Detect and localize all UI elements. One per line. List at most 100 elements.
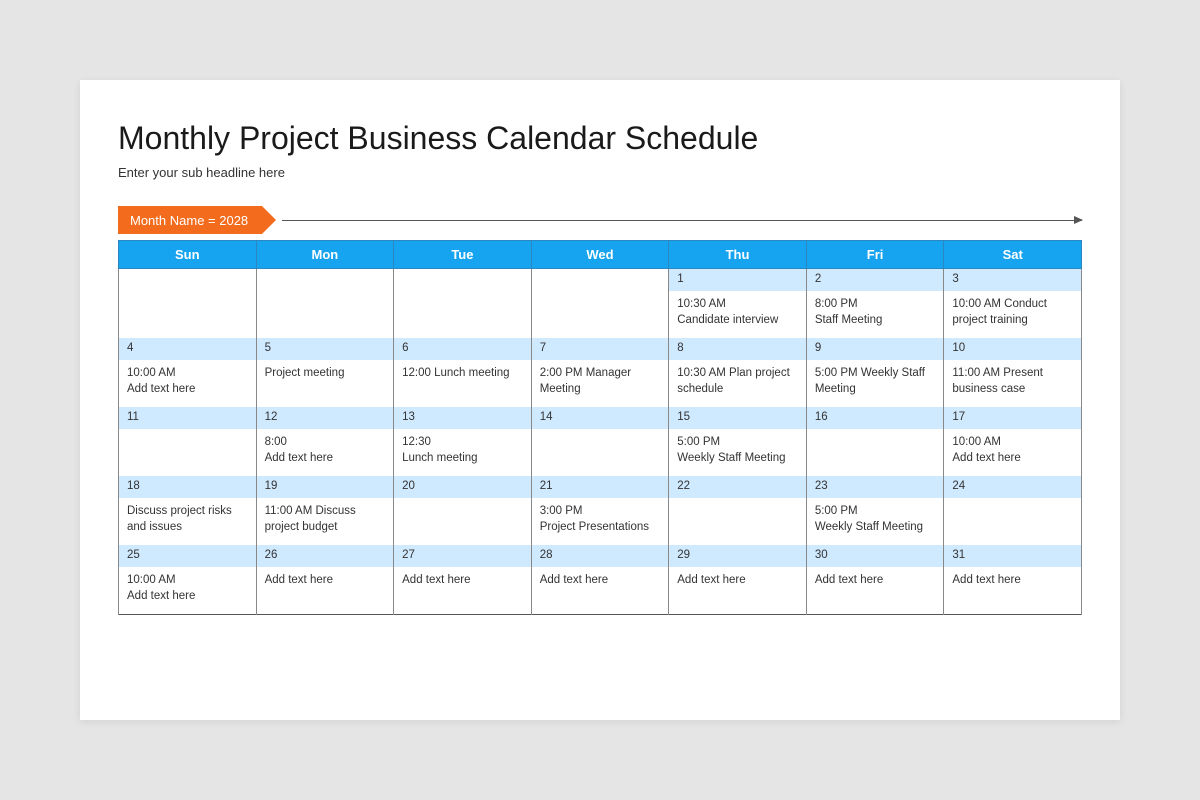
day-event[interactable]: 8:00 PM Staff Meeting [807,291,944,338]
calendar-cell[interactable]: 1312:30 Lunch meeting [394,407,532,476]
day-event[interactable]: 5:00 PM Weekly Staff Meeting [669,429,806,476]
calendar-cell[interactable]: 28Add text here [531,545,669,615]
day-event[interactable]: 10:00 AM Add text here [119,567,256,614]
day-event[interactable]: Add text here [944,567,1081,609]
calendar-cell[interactable]: 14 [531,407,669,476]
calendar-week: 18Discuss project risks and issues1911:0… [119,476,1082,545]
calendar-cell[interactable]: 72:00 PM Manager Meeting [531,338,669,407]
day-number: 17 [944,407,1081,429]
day-event[interactable]: 10:00 AM Add text here [119,360,256,407]
calendar-cell[interactable]: 31Add text here [944,545,1082,615]
calendar-cell[interactable]: 310:00 AM Conduct project training [944,269,1082,339]
calendar-cell[interactable]: 18Discuss project risks and issues [119,476,257,545]
day-event[interactable] [257,291,394,333]
calendar-cell[interactable]: 27Add text here [394,545,532,615]
day-event[interactable]: Add text here [394,567,531,609]
day-event[interactable] [944,498,1081,540]
col-sun: Sun [119,241,257,269]
calendar-cell[interactable]: 810:30 AM Plan project schedule [669,338,807,407]
day-number: 15 [669,407,806,429]
day-number: 5 [257,338,394,360]
calendar-cell[interactable]: 5Project meeting [256,338,394,407]
month-badge[interactable]: Month Name = 2028 [118,206,262,234]
calendar-cell[interactable]: 110:30 AM Candidate interview [669,269,807,339]
day-event[interactable]: Add text here [807,567,944,609]
calendar-cell[interactable]: 22 [669,476,807,545]
day-event[interactable] [807,429,944,471]
calendar-cell[interactable] [531,269,669,339]
day-number [532,269,669,291]
calendar-cell[interactable]: 1911:00 AM Discuss project budget [256,476,394,545]
calendar-cell[interactable]: 95:00 PM Weekly Staff Meeting [806,338,944,407]
day-event[interactable]: 3:00 PM Project Presentations [532,498,669,545]
day-event[interactable]: 10:00 AM Conduct project training [944,291,1081,338]
day-event[interactable]: 2:00 PM Manager Meeting [532,360,669,407]
day-event[interactable]: 11:00 AM Discuss project budget [257,498,394,545]
calendar-cell[interactable]: 29Add text here [669,545,807,615]
day-event[interactable] [119,291,256,333]
col-thu: Thu [669,241,807,269]
col-mon: Mon [256,241,394,269]
calendar-cell[interactable]: 16 [806,407,944,476]
calendar-cell[interactable] [394,269,532,339]
day-event[interactable]: 8:00 Add text here [257,429,394,476]
day-number: 11 [119,407,256,429]
slide: Monthly Project Business Calendar Schedu… [80,80,1120,720]
day-number: 12 [257,407,394,429]
day-event[interactable]: 5:00 PM Weekly Staff Meeting [807,360,944,407]
day-event[interactable] [532,291,669,333]
calendar-cell[interactable]: 20 [394,476,532,545]
day-event[interactable] [394,498,531,540]
calendar-cell[interactable]: 11 [119,407,257,476]
calendar-cell[interactable]: 235:00 PM Weekly Staff Meeting [806,476,944,545]
col-wed: Wed [531,241,669,269]
day-event[interactable]: 5:00 PM Weekly Staff Meeting [807,498,944,545]
day-number: 9 [807,338,944,360]
day-number: 30 [807,545,944,567]
day-number: 19 [257,476,394,498]
calendar-cell[interactable]: 213:00 PM Project Presentations [531,476,669,545]
day-event[interactable]: 10:00 AM Add text here [944,429,1081,476]
day-number: 16 [807,407,944,429]
day-event[interactable]: Discuss project risks and issues [119,498,256,545]
col-fri: Fri [806,241,944,269]
day-event[interactable] [119,429,256,471]
day-number: 2 [807,269,944,291]
day-event[interactable]: 12:30 Lunch meeting [394,429,531,476]
day-number [119,269,256,291]
calendar-cell[interactable]: 24 [944,476,1082,545]
day-number: 29 [669,545,806,567]
day-event[interactable] [532,429,669,471]
day-event[interactable]: Add text here [669,567,806,609]
day-event[interactable]: 10:30 AM Plan project schedule [669,360,806,407]
day-event[interactable] [669,498,806,540]
calendar-cell[interactable]: 30Add text here [806,545,944,615]
day-number: 27 [394,545,531,567]
day-number [257,269,394,291]
calendar-cell[interactable]: 410:00 AM Add text here [119,338,257,407]
day-event[interactable]: Add text here [532,567,669,609]
day-number: 25 [119,545,256,567]
day-event[interactable]: 12:00 Lunch meeting [394,360,531,402]
calendar-cell[interactable]: 612:00 Lunch meeting [394,338,532,407]
slide-title: Monthly Project Business Calendar Schedu… [118,120,1082,157]
day-number: 1 [669,269,806,291]
day-event[interactable]: Add text here [257,567,394,609]
calendar-cell[interactable]: 2510:00 AM Add text here [119,545,257,615]
calendar-cell[interactable]: 1011:00 AM Present business case [944,338,1082,407]
day-number: 7 [532,338,669,360]
calendar-cell[interactable]: 128:00 Add text here [256,407,394,476]
day-number: 4 [119,338,256,360]
calendar-cell[interactable]: 28:00 PM Staff Meeting [806,269,944,339]
calendar-cell[interactable] [119,269,257,339]
calendar-cell[interactable]: 155:00 PM Weekly Staff Meeting [669,407,807,476]
day-event[interactable] [394,291,531,333]
calendar-cell[interactable]: 1710:00 AM Add text here [944,407,1082,476]
calendar-cell[interactable] [256,269,394,339]
day-event[interactable]: 10:30 AM Candidate interview [669,291,806,338]
slide-subtitle[interactable]: Enter your sub headline here [118,165,1082,180]
calendar-cell[interactable]: 26Add text here [256,545,394,615]
day-event[interactable]: 11:00 AM Present business case [944,360,1081,407]
day-number: 3 [944,269,1081,291]
day-event[interactable]: Project meeting [257,360,394,402]
